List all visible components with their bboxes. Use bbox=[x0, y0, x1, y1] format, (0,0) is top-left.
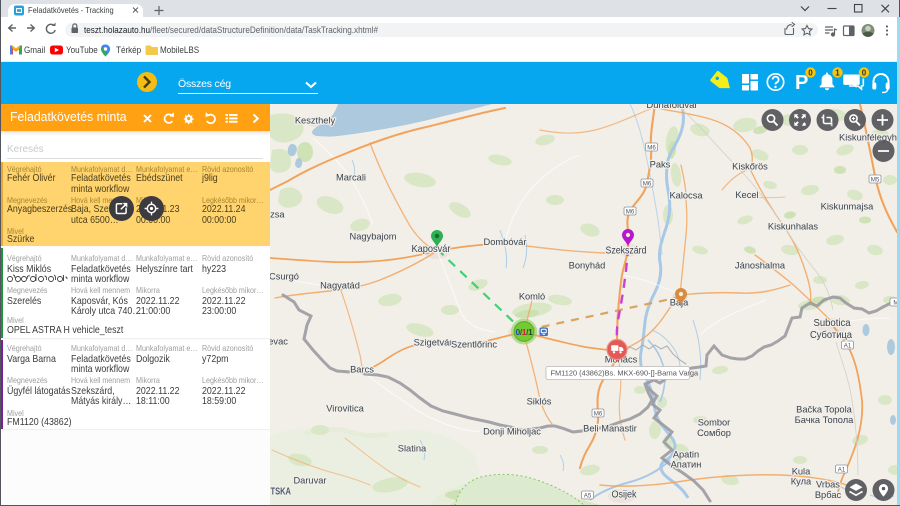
svg-text:Donji Miholjac: Donji Miholjac bbox=[483, 427, 541, 437]
svg-text:Суботица: Суботица bbox=[810, 329, 852, 341]
svg-text:FM1120 (43862)Bs. MKX-690-[]-B: FM1120 (43862)Bs. MKX-690-[]-Barna Varga bbox=[551, 369, 699, 378]
svg-text:Komló: Komló bbox=[519, 292, 545, 302]
svg-text:Kalocsa: Kalocsa bbox=[669, 191, 703, 201]
svg-text:Kiskunmajsa: Kiskunmajsa bbox=[821, 202, 875, 212]
svg-text:1: 1 bbox=[835, 68, 840, 77]
svg-text:Dunaföldvár: Dunaföldvár bbox=[646, 104, 697, 111]
svg-text:Bonyhád: Bonyhád bbox=[569, 261, 606, 271]
svg-text:A5: A5 bbox=[584, 492, 592, 499]
svg-text:Barcs: Barcs bbox=[350, 365, 374, 375]
svg-text:M5: M5 bbox=[871, 176, 880, 183]
svg-text:Marcali: Marcali bbox=[336, 173, 366, 183]
svg-text:Subotica: Subotica bbox=[814, 317, 851, 329]
svg-text:Jánoshalma: Jánoshalma bbox=[735, 261, 786, 271]
svg-text:0: 0 bbox=[862, 68, 867, 77]
svg-text:Kula: Kula bbox=[792, 467, 811, 477]
svg-text:Virovitica: Virovitica bbox=[326, 404, 364, 414]
svg-text:Сомбор: Сомбор bbox=[697, 428, 731, 438]
svg-text:A1: A1 bbox=[844, 342, 852, 349]
svg-text:teszt.holazauto.hu/fleet/secur: teszt.holazauto.hu/fleet/secured/dataStr… bbox=[84, 25, 379, 36]
svg-text:Sombor: Sombor bbox=[698, 418, 731, 428]
svg-text:0/1/1: 0/1/1 bbox=[516, 328, 534, 337]
svg-text:Szigetvár: Szigetvár bbox=[414, 338, 453, 348]
svg-text:Szekszárd: Szekszárd bbox=[606, 245, 647, 257]
svg-text:Siklós: Siklós bbox=[527, 397, 552, 407]
svg-text:Dombóvár: Dombóvár bbox=[484, 237, 527, 247]
svg-text:Kiskunhalas: Kiskunhalas bbox=[768, 222, 818, 232]
svg-text:M6: M6 bbox=[594, 410, 603, 417]
svg-text:A1: A1 bbox=[838, 466, 846, 473]
svg-text:Врбас: Врбас bbox=[815, 490, 842, 500]
svg-text:Daruvar: Daruvar bbox=[293, 476, 326, 486]
svg-text:Kecel: Kecel bbox=[735, 190, 758, 200]
svg-text:Апатин: Апатин bbox=[671, 460, 702, 470]
svg-text:Szentlőrinc: Szentlőrinc bbox=[451, 340, 497, 350]
svg-text:Csurgó: Csurgó bbox=[270, 272, 299, 282]
svg-text:Nagykanizsa: Nagykanizsa bbox=[270, 210, 285, 220]
svg-text:M6: M6 bbox=[626, 208, 635, 215]
svg-text:Kiskunfélegyház: Kiskunfélegyház bbox=[839, 133, 900, 143]
svg-text:Бачка Топола: Бачка Топола bbox=[795, 415, 854, 425]
svg-text:TSKA: TSKA bbox=[271, 486, 292, 498]
svg-text:Đurđevac: Đurđevac bbox=[270, 337, 288, 347]
svg-text:Nagybajom: Nagybajom bbox=[349, 232, 396, 242]
svg-text:Kiskőrös: Kiskőrös bbox=[732, 162, 768, 172]
svg-text:Bačka Topola: Bačka Topola bbox=[796, 405, 852, 415]
svg-text:Vrbas: Vrbas bbox=[816, 480, 840, 490]
svg-text:Osijek: Osijek bbox=[612, 489, 638, 501]
svg-text:Kaposvár: Kaposvár bbox=[412, 243, 451, 255]
svg-text:Keszthely: Keszthely bbox=[295, 116, 336, 126]
svg-text:Paks: Paks bbox=[650, 160, 671, 170]
svg-text:M6: M6 bbox=[647, 144, 656, 151]
svg-text:Nagyatád: Nagyatád bbox=[320, 281, 360, 291]
svg-text:Apatin: Apatin bbox=[673, 450, 699, 460]
svg-text:0: 0 bbox=[808, 68, 813, 77]
svg-text:Beli Manastir: Beli Manastir bbox=[583, 424, 637, 434]
svg-text:Кула: Кула bbox=[791, 477, 812, 487]
svg-text:M6: M6 bbox=[643, 180, 652, 187]
svg-text:Slatina: Slatina bbox=[398, 444, 427, 454]
